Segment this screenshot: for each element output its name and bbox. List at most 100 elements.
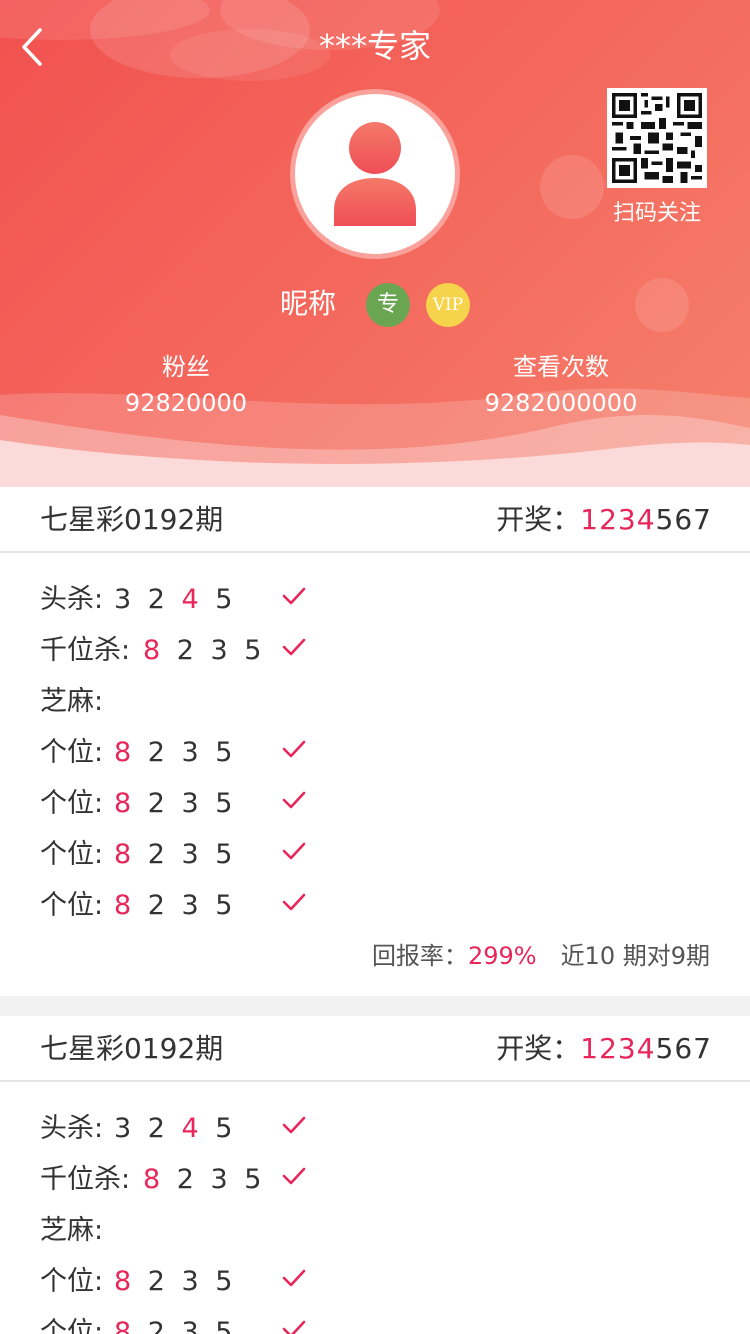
row-digits: 8 2 3 5 bbox=[114, 785, 236, 823]
digit-group: 2 3 5 bbox=[135, 1266, 237, 1297]
return-stats: 回报率：299% 近10 期对9期 bbox=[0, 932, 750, 996]
row-label: 个位: bbox=[40, 890, 104, 921]
digit-group: 2 3 5 bbox=[135, 890, 237, 921]
digit-group: 2 3 5 bbox=[164, 1164, 266, 1195]
vip-badge: VIP bbox=[426, 283, 470, 327]
card-header: 七星彩0192期 开奖：1234567 bbox=[0, 487, 750, 553]
fans-count: 92820000 bbox=[124, 389, 248, 417]
period-title: 七星彩0192期 bbox=[40, 1032, 224, 1065]
row-digits: 3 2 4 5 bbox=[114, 1110, 236, 1148]
prediction-row: 个位: 8 2 3 5 bbox=[0, 728, 750, 779]
digit-group: 2 3 5 bbox=[135, 1317, 237, 1334]
prediction-row: 千位杀: 8 2 3 5 bbox=[0, 626, 750, 677]
expert-badge: 专 bbox=[366, 283, 410, 327]
prediction-row: 个位: 8 2 3 5 bbox=[0, 881, 750, 932]
prediction-row: 芝麻: bbox=[0, 677, 750, 728]
row-digits: 8 2 3 5 bbox=[114, 1314, 236, 1334]
prediction-row: 个位: 8 2 3 5 bbox=[0, 1257, 750, 1308]
row-label: 千位杀: bbox=[40, 1164, 131, 1195]
row-label: 个位: bbox=[40, 1317, 104, 1334]
row-label: 头杀: bbox=[40, 1113, 104, 1144]
row-digits: 8 2 3 5 bbox=[114, 734, 236, 772]
prediction-row: 个位: 8 2 3 5 bbox=[0, 1308, 750, 1334]
return-text: 回报率：299% 近10 期对9期 bbox=[372, 938, 710, 974]
check-icon bbox=[282, 1320, 306, 1334]
qr-code[interactable] bbox=[607, 88, 707, 188]
digit-hit: 8 bbox=[114, 788, 136, 819]
fans-label: 粉丝 bbox=[162, 353, 210, 381]
row-digits: 8 2 3 5 bbox=[114, 836, 236, 874]
period-title: 七星彩0192期 bbox=[40, 503, 224, 536]
draw-label: 开奖： bbox=[496, 503, 581, 536]
digit-hit: 8 bbox=[114, 737, 136, 768]
prediction-row: 个位: 8 2 3 5 bbox=[0, 830, 750, 881]
row-label: 个位: bbox=[40, 1266, 104, 1297]
draw-result: 开奖：1234567 bbox=[496, 501, 712, 539]
nickname: 昵称 bbox=[279, 287, 336, 320]
profile-header: ***专家 扫码关注 昵称 专 VIP 粉丝 92820000 查看次数 928… bbox=[0, 0, 750, 487]
digit-group: 3 2 bbox=[114, 584, 182, 615]
row-label: 个位: bbox=[40, 788, 104, 819]
row-label: 头杀: bbox=[40, 584, 104, 615]
draw-numbers-hit: 1234 bbox=[580, 503, 656, 536]
check-icon bbox=[282, 740, 306, 758]
row-digits: 8 2 3 5 bbox=[114, 887, 236, 925]
prediction-row: 头杀: 3 2 4 5 bbox=[0, 1104, 750, 1155]
prediction-row: 芝麻: bbox=[0, 1206, 750, 1257]
draw-label: 开奖： bbox=[496, 1032, 581, 1065]
card-separator bbox=[0, 996, 750, 1016]
digit-group: 3 2 bbox=[114, 1113, 182, 1144]
draw-numbers-hit: 1234 bbox=[580, 1032, 656, 1065]
digit-hit: 8 bbox=[114, 1317, 136, 1334]
recent-accuracy: 近10 期对9期 bbox=[560, 942, 710, 970]
digit-group: 2 3 5 bbox=[135, 788, 237, 819]
card-body: 头杀: 3 2 4 5 千位杀: 8 2 3 5 芝麻: 个位: 8 2 3 5… bbox=[0, 553, 750, 996]
prediction-list: 七星彩0192期 开奖：1234567 头杀: 3 2 4 5 千位杀: 8 2… bbox=[0, 487, 750, 1334]
draw-numbers-rest: 567 bbox=[655, 503, 712, 536]
digit-group: 5 bbox=[202, 584, 237, 615]
row-digits: 3 2 4 5 bbox=[114, 581, 236, 619]
qr-label: 扫码关注 bbox=[612, 201, 701, 226]
avatar[interactable] bbox=[290, 89, 460, 259]
return-label: 回报率： bbox=[371, 942, 468, 970]
draw-result: 开奖：1234567 bbox=[496, 1030, 712, 1068]
views-count: 9282000000 bbox=[484, 389, 638, 417]
card-body: 头杀: 3 2 4 5 千位杀: 8 2 3 5 芝麻: 个位: 8 2 3 5… bbox=[0, 1082, 750, 1334]
row-label: 芝麻: bbox=[40, 1215, 104, 1246]
prediction-row: 头杀: 3 2 4 5 bbox=[0, 575, 750, 626]
check-icon bbox=[282, 1116, 306, 1134]
user-icon bbox=[334, 122, 416, 226]
card-header: 七星彩0192期 开奖：1234567 bbox=[0, 1016, 750, 1082]
prediction-row: 千位杀: 8 2 3 5 bbox=[0, 1155, 750, 1206]
return-rate: 299% bbox=[467, 942, 537, 970]
check-icon bbox=[282, 842, 306, 860]
digit-hit: 8 bbox=[143, 635, 165, 666]
digit-hit: 8 bbox=[114, 1266, 136, 1297]
check-icon bbox=[282, 893, 306, 911]
check-icon bbox=[282, 587, 306, 605]
prediction-row: 个位: 8 2 3 5 bbox=[0, 779, 750, 830]
check-icon bbox=[282, 1269, 306, 1287]
views-label: 查看次数 bbox=[513, 353, 609, 381]
check-icon bbox=[282, 638, 306, 656]
row-label: 个位: bbox=[40, 737, 104, 768]
digit-hit: 4 bbox=[181, 584, 203, 615]
check-icon bbox=[282, 791, 306, 809]
prediction-card[interactable]: 七星彩0192期 开奖：1234567 头杀: 3 2 4 5 千位杀: 8 2… bbox=[0, 487, 750, 996]
row-label: 个位: bbox=[40, 839, 104, 870]
digit-hit: 4 bbox=[181, 1113, 203, 1144]
digit-hit: 8 bbox=[143, 1164, 165, 1195]
check-icon bbox=[282, 1167, 306, 1185]
digit-group: 2 3 5 bbox=[135, 737, 237, 768]
row-label: 千位杀: bbox=[40, 635, 131, 666]
digit-group: 2 3 5 bbox=[164, 635, 266, 666]
page-title: ***专家 bbox=[318, 27, 431, 65]
draw-numbers-rest: 567 bbox=[655, 1032, 712, 1065]
row-digits: 8 2 3 5 bbox=[143, 632, 265, 670]
row-label: 芝麻: bbox=[40, 686, 104, 717]
qr-code-icon bbox=[612, 93, 702, 183]
digit-hit: 8 bbox=[114, 890, 136, 921]
prediction-card[interactable]: 七星彩0192期 开奖：1234567 头杀: 3 2 4 5 千位杀: 8 2… bbox=[0, 1016, 750, 1334]
digit-group: 2 3 5 bbox=[135, 839, 237, 870]
digit-hit: 8 bbox=[114, 839, 136, 870]
